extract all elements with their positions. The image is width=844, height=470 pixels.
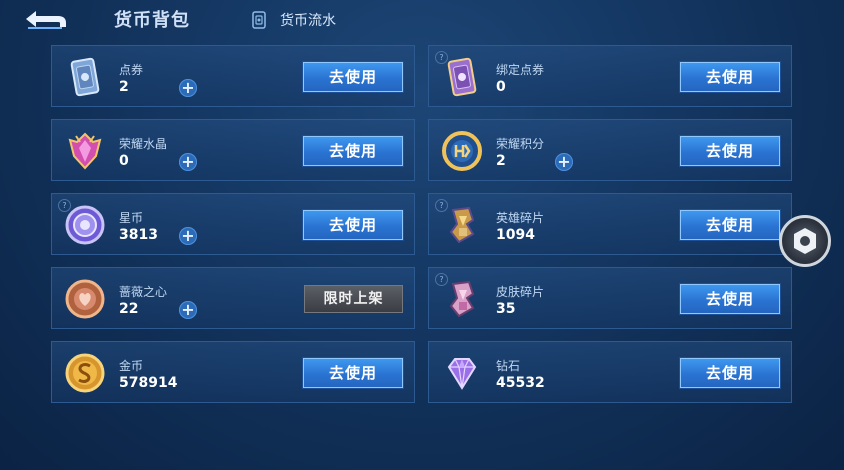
currency-amount: 22 — [119, 301, 139, 317]
diamond-icon — [447, 358, 477, 390]
ledger-icon — [252, 11, 266, 29]
currency-amount: 3813 — [119, 227, 158, 243]
add-star-coin-button[interactable]: + — [179, 227, 197, 245]
currency-card-glory-points: 荣耀积分 2 + 去使用 — [428, 119, 792, 181]
currency-card-skin-fragment: ? 皮肤碎片 35 去使用 — [428, 267, 792, 329]
currency-flow-link[interactable]: 货币流水 — [250, 10, 336, 30]
currency-card-star-coin: ? 星币 3813 + 去使用 — [51, 193, 415, 255]
currency-amount: 578914 — [119, 375, 178, 391]
use-hero-fragment-button[interactable]: 去使用 — [680, 210, 780, 240]
currency-name: 荣耀水晶 — [119, 137, 168, 151]
currency-name: 钻石 — [496, 359, 521, 373]
hexagon-nut-icon — [794, 228, 816, 254]
currency-name: 星币 — [119, 211, 144, 225]
currency-amount: 35 — [496, 301, 516, 317]
currency-name: 英雄碎片 — [496, 211, 545, 225]
currency-name: 皮肤碎片 — [496, 285, 545, 299]
add-glory-crystal-button[interactable]: + — [179, 153, 197, 171]
add-rose-heart-button[interactable]: + — [179, 301, 197, 319]
currency-card-diamond: 钻石 45532 去使用 — [428, 341, 792, 403]
currency-card-bound-coupon: ? 绑定点券 0 去使用 — [428, 45, 792, 107]
currency-card-gold-coin: 金币 578914 去使用 — [51, 341, 415, 403]
use-glory-points-button[interactable]: 去使用 — [680, 136, 780, 166]
currency-name: 荣耀积分 — [496, 137, 545, 151]
coupon-card-icon — [70, 57, 100, 97]
page-title: 货币背包 — [114, 10, 190, 31]
currency-name: 金币 — [119, 359, 144, 373]
use-coupon-button[interactable]: 去使用 — [303, 62, 403, 92]
bound-coupon-icon — [447, 57, 477, 97]
use-glory-crystal-button[interactable]: 去使用 — [303, 136, 403, 166]
currency-card-hero-fragment: ? 英雄碎片 1094 去使用 — [428, 193, 792, 255]
glory-points-icon — [442, 131, 482, 171]
use-bound-coupon-button[interactable]: 去使用 — [680, 62, 780, 92]
add-coupon-button[interactable]: + — [179, 79, 197, 97]
use-diamond-button[interactable]: 去使用 — [680, 358, 780, 388]
use-gold-coin-button[interactable]: 去使用 — [303, 358, 403, 388]
currency-name: 蔷薇之心 — [119, 285, 168, 299]
star-coin-icon — [65, 205, 105, 245]
currency-amount: 0 — [119, 153, 129, 169]
hero-fragment-icon — [449, 206, 475, 244]
top-bar: 货币背包 货币流水 — [0, 0, 844, 40]
use-skin-fragment-button[interactable]: 去使用 — [680, 284, 780, 314]
glory-crystal-icon — [68, 132, 102, 170]
currency-card-coupon: 点券 2 + 去使用 — [51, 45, 415, 107]
currency-flow-label: 货币流水 — [280, 13, 336, 29]
currency-name: 绑定点券 — [496, 63, 545, 77]
limited-time-button[interactable]: 限时上架 — [304, 285, 403, 313]
currency-amount: 0 — [496, 79, 506, 95]
currency-amount: 2 — [119, 79, 129, 95]
currency-card-rose-heart: 蔷薇之心 22 + 限时上架 — [51, 267, 415, 329]
gold-coin-icon — [65, 353, 105, 393]
currency-amount: 2 — [496, 153, 506, 169]
skin-fragment-icon — [449, 280, 475, 318]
currency-card-glory-crystal: 荣耀水晶 0 + 去使用 — [51, 119, 415, 181]
use-star-coin-button[interactable]: 去使用 — [303, 210, 403, 240]
currency-amount: 1094 — [496, 227, 535, 243]
currency-name: 点券 — [119, 63, 144, 77]
floating-settings-button[interactable] — [779, 215, 831, 267]
back-arrow-icon[interactable] — [22, 8, 70, 30]
currency-amount: 45532 — [496, 375, 545, 391]
rose-heart-icon — [65, 279, 105, 319]
add-glory-points-button[interactable]: + — [555, 153, 573, 171]
